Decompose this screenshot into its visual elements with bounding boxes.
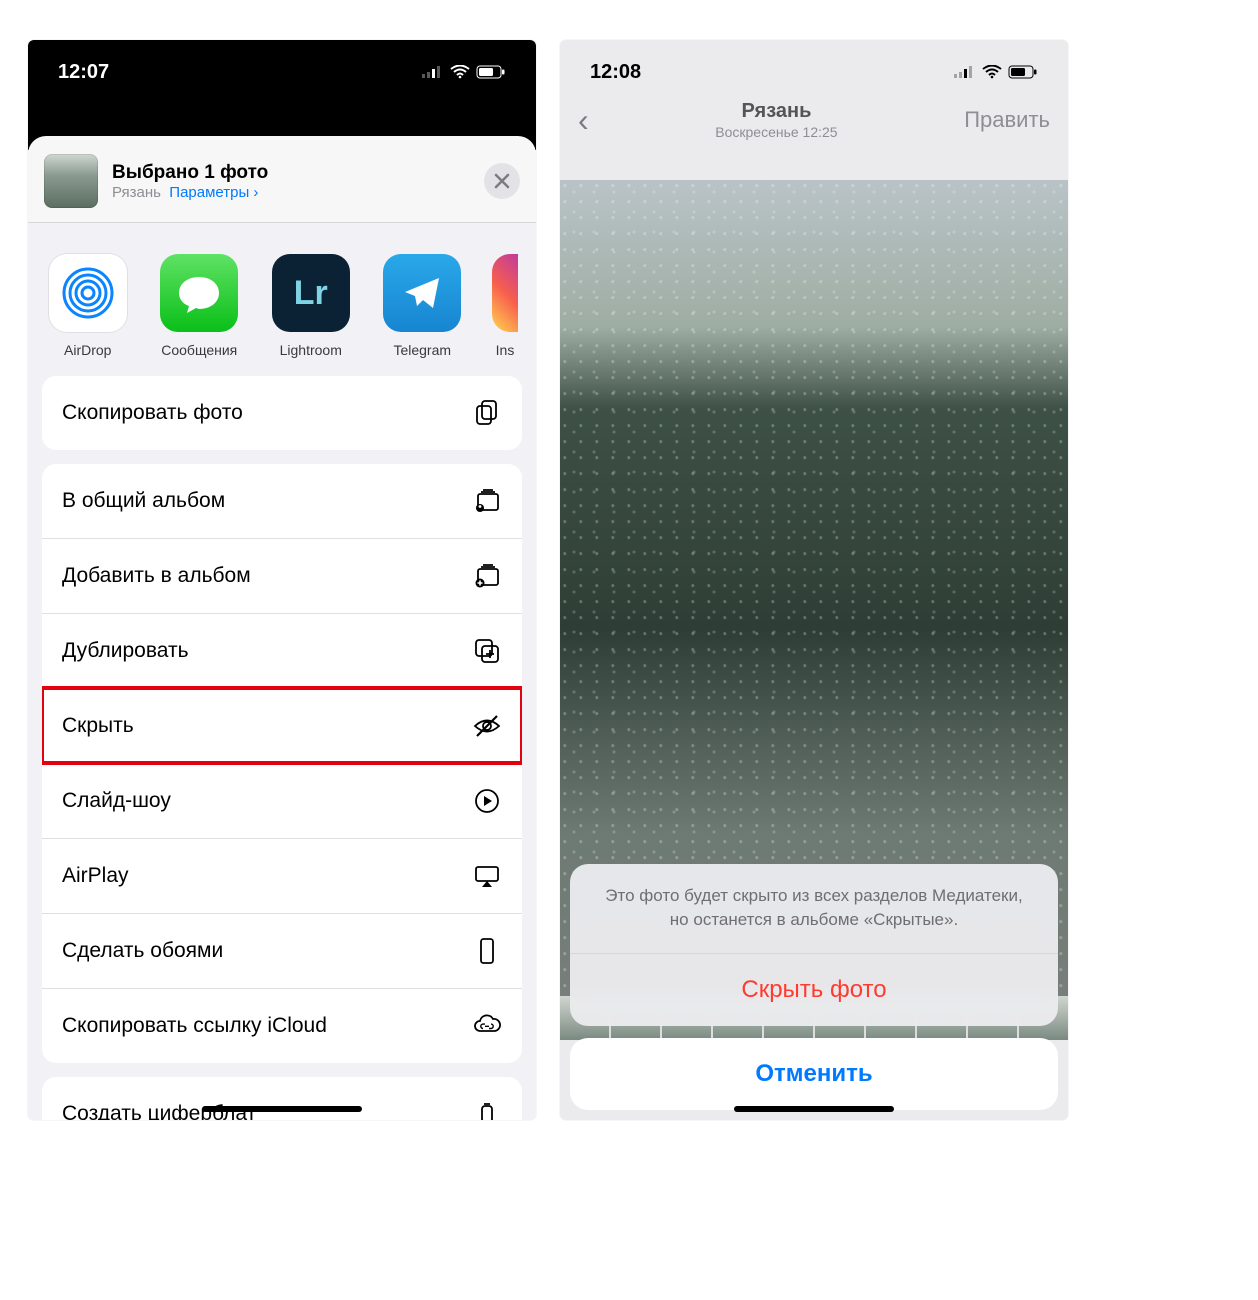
back-button[interactable]: ‹ [578,102,589,139]
status-bar: 12:08 [560,40,1068,90]
status-icons [954,65,1038,79]
share-location: Рязань [112,184,161,201]
cellular-icon [954,65,976,79]
cloud-link-icon [472,1011,502,1041]
app-label: Telegram [393,342,451,358]
add-album-icon [472,561,502,591]
action-label: Слайд-шоу [62,789,171,813]
dark-top: 12:07 [28,40,536,150]
share-sheet-body: AirDrop Сообщения Lr Lightroom Telegram [28,234,536,1120]
app-label: AirDrop [64,342,111,358]
action-hide[interactable]: Скрыть [42,688,522,763]
action-group-1: Скопировать фото [42,376,522,450]
shared-album-icon [472,486,502,516]
duplicate-icon [472,636,502,666]
airdrop-icon [60,265,116,321]
app-lightroom[interactable]: Lr Lightroom [269,254,353,358]
status-bar: 12:07 [28,40,536,90]
airplay-icon [472,861,502,891]
action-label: Добавить в альбом [62,564,251,588]
action-label: В общий альбом [62,489,225,513]
close-button[interactable] [484,163,520,199]
copy-icon [472,398,502,428]
edit-button[interactable]: Править [964,107,1050,133]
action-label: Скрыть [62,714,134,738]
action-sheet-card: Это фото будет скрыто из всех разделов М… [570,864,1058,1026]
home-indicator[interactable] [202,1106,362,1112]
battery-icon [1008,65,1038,79]
battery-icon [476,65,506,79]
share-sheet-header: Выбрано 1 фото Рязань Параметры › [28,136,536,223]
action-icloud-link[interactable]: Скопировать ссылку iCloud [42,988,522,1063]
app-label: Lightroom [280,342,342,358]
action-shared-album[interactable]: В общий альбом [42,464,522,538]
share-apps-row[interactable]: AirDrop Сообщения Lr Lightroom Telegram [42,246,522,376]
action-group-2: В общий альбом Добавить в альбом Дублиро… [42,464,522,1063]
action-label: Дублировать [62,639,189,663]
app-messages[interactable]: Сообщения [158,254,242,358]
share-subtitle: Рязань Параметры › [112,184,268,201]
hide-photo-button[interactable]: Скрыть фото [570,954,1058,1026]
share-title: Выбрано 1 фото [112,162,268,184]
wifi-icon [982,65,1002,79]
share-params-link[interactable]: Параметры › [169,184,258,201]
wifi-icon [450,65,470,79]
nav-bar: ‹ Рязань Воскресенье 12:25 Править [560,90,1068,150]
action-watchface[interactable]: Создать циферблат [42,1077,522,1120]
app-telegram[interactable]: Telegram [381,254,465,358]
action-label: Скопировать ссылку iCloud [62,1014,327,1038]
nav-center: Рязань Воскресенье 12:25 [715,99,837,142]
cancel-button[interactable]: Отменить [570,1038,1058,1110]
action-group-3: Создать циферблат Сохранить в «Файлы» [42,1077,522,1120]
status-icons [422,65,506,79]
action-slideshow[interactable]: Слайд-шоу [42,763,522,838]
action-copy-photo[interactable]: Скопировать фото [42,376,522,450]
app-label: Сообщения [161,342,237,358]
action-sheet: Это фото будет скрыто из всех разделов М… [570,864,1058,1110]
app-airdrop[interactable]: AirDrop [46,254,130,358]
phone-right-photo-detail: 12:08 ‹ Рязань Воскресенье 12:25 Править… [560,40,1068,1120]
status-time: 12:07 [58,61,109,84]
action-label: Скопировать фото [62,401,243,425]
status-time: 12:08 [590,61,641,84]
telegram-icon [399,270,445,316]
nav-title: Рязань [715,99,837,124]
phone-rect-icon [472,936,502,966]
cellular-icon [422,65,444,79]
nav-subtitle: Воскресенье 12:25 [715,124,837,142]
action-sheet-message: Это фото будет скрыто из всех разделов М… [570,864,1058,954]
action-duplicate[interactable]: Дублировать [42,613,522,688]
play-circle-icon [472,786,502,816]
action-label: AirPlay [62,864,129,888]
app-instagram-partial[interactable]: Ins [492,254,518,358]
share-header-text: Выбрано 1 фото Рязань Параметры › [112,162,268,201]
watch-icon [472,1099,502,1120]
messages-icon [175,269,223,317]
action-airplay[interactable]: AirPlay [42,838,522,913]
close-icon [494,173,510,189]
app-label: Ins [496,342,515,358]
phone-left-share-sheet: 12:07 Выбрано 1 фото Рязань Параметры › [28,40,536,1120]
eye-slash-icon [472,711,502,741]
action-wallpaper[interactable]: Сделать обоями [42,913,522,988]
photo-thumbnail[interactable] [44,154,98,208]
action-label: Сделать обоями [62,939,223,963]
home-indicator[interactable] [734,1106,894,1112]
action-add-album[interactable]: Добавить в альбом [42,538,522,613]
